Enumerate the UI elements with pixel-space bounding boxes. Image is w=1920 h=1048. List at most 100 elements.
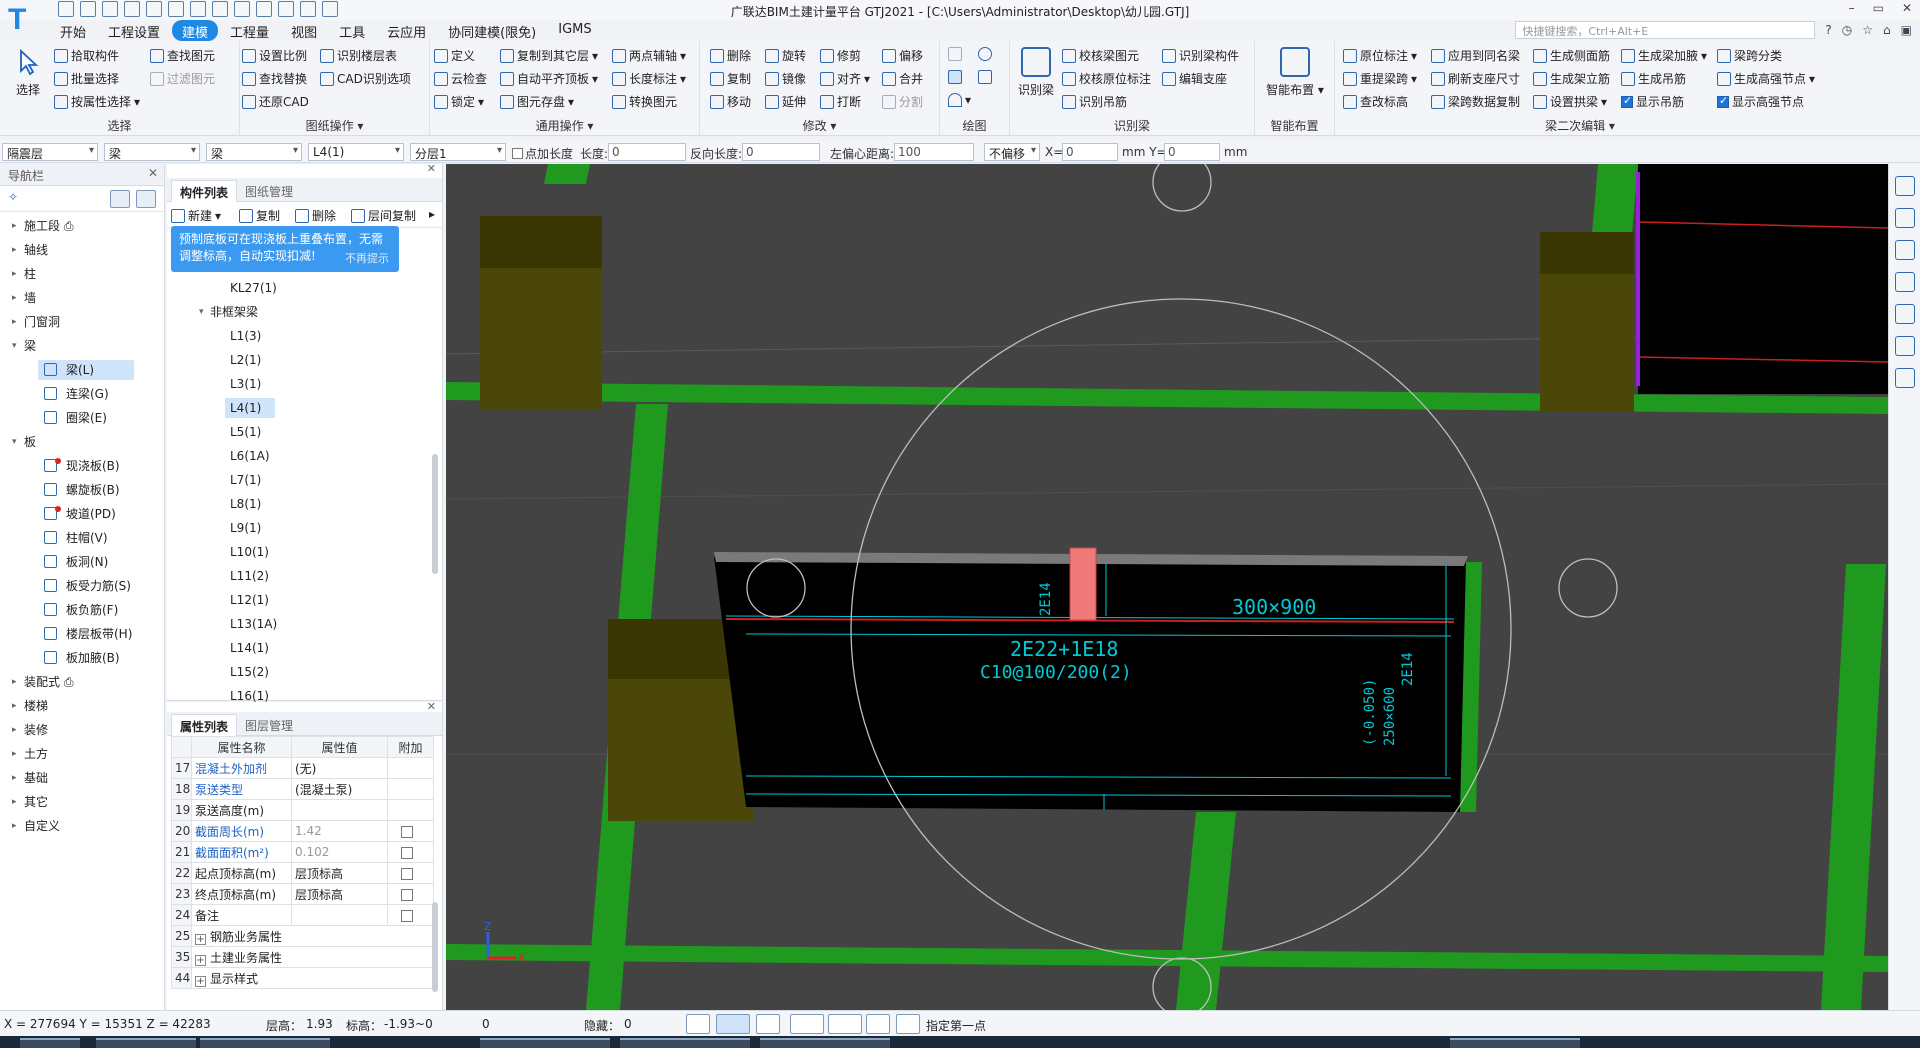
nav-subitem[interactable]: 板洞(N) [0, 550, 164, 574]
restore-cad-button[interactable]: 还原CAD [242, 93, 309, 110]
menu-tab[interactable]: 开始 [50, 20, 96, 41]
redo-icon[interactable] [190, 1, 206, 17]
attr-extra-checkbox[interactable] [401, 867, 413, 880]
print-icon[interactable] [124, 1, 140, 17]
component-item[interactable]: L12(1) [167, 588, 429, 612]
new-file-icon[interactable] [58, 1, 74, 17]
nav-subitem[interactable]: 板加腋(B) [0, 646, 164, 670]
component-item[interactable]: L10(1) [167, 540, 429, 564]
display-settings-icon[interactable] [1894, 336, 1915, 356]
attr-value[interactable]: (无) [291, 757, 388, 779]
gen-haunch-button[interactable]: 生成梁加腋 ▾ [1621, 47, 1707, 64]
nav-category[interactable]: ▾ 板 [0, 430, 164, 454]
expand-arrow-icon[interactable]: ▸ [12, 742, 17, 766]
component-item[interactable]: L15(2) [167, 660, 429, 684]
check-beam-element-button[interactable]: 校核梁图元 [1062, 47, 1139, 64]
component-item[interactable]: L2(1) [167, 348, 429, 372]
angle-toggle[interactable] [790, 1014, 824, 1034]
taskbar-item[interactable] [620, 1038, 750, 1048]
point-tool[interactable] [948, 47, 962, 61]
menu-tab[interactable]: 协同建模(限免) [438, 20, 546, 41]
attr-value[interactable]: 1.42 [291, 820, 388, 842]
attribute-row[interactable]: 44 + 显示样式 [171, 967, 434, 989]
tab-component-list[interactable]: 构件列表 [171, 180, 238, 202]
nav-subitem[interactable]: 楼层板带(H) [0, 622, 164, 646]
nav-category[interactable]: ▸ 装配式 ⎙ [0, 670, 164, 694]
grid-icon[interactable] [234, 1, 250, 17]
expand-plus-icon[interactable]: + [195, 975, 206, 987]
attribute-row[interactable]: 20 截面周长(m) 1.42 [171, 820, 434, 842]
nav-category[interactable]: ▸ 基础 [0, 766, 164, 790]
component-item[interactable]: L7(1) [167, 468, 429, 492]
ortho-toggle[interactable] [686, 1014, 710, 1034]
menu-tab[interactable]: 工程量 [220, 20, 279, 41]
gen-side-rebar-button[interactable]: 生成侧面筋 [1533, 47, 1610, 64]
menu-tab[interactable]: 视图 [281, 20, 327, 41]
report-icon[interactable] [278, 1, 294, 17]
gen-hanger-button[interactable]: 生成吊筋 [1621, 70, 1686, 87]
view-box-icon[interactable] [1894, 272, 1915, 292]
type-select[interactable]: 梁 [104, 143, 200, 161]
model-drawing[interactable]: 300×900 2E22+1E18 C10@100/200(2) 2E14 2E… [446, 164, 1888, 1010]
nav-subitem[interactable]: 圈梁(E) [0, 406, 164, 430]
settings-icon[interactable] [300, 1, 316, 17]
expand-arrow-icon[interactable]: ▸ [12, 262, 17, 286]
nav-category[interactable]: ▸ 柱 [0, 262, 164, 286]
view-2d-icon[interactable] [1894, 208, 1915, 228]
in-place-label-button[interactable]: 原位标注 ▾ [1343, 47, 1417, 64]
find-replace-button[interactable]: 查找替换 [242, 70, 307, 87]
undo-icon[interactable] [168, 1, 184, 17]
left-offset-input[interactable]: 100 [894, 143, 974, 161]
expand-arrow-icon[interactable]: ▸ [12, 310, 17, 334]
table-icon[interactable] [256, 1, 272, 17]
notes-icon[interactable] [1894, 368, 1915, 388]
delete-component-button[interactable]: 删除 [295, 207, 336, 224]
tab-layer-management[interactable]: 图层管理 [237, 714, 301, 736]
batch-select-button[interactable]: 批量选择 [54, 70, 119, 87]
gen-high-strength-node-button[interactable]: 生成高强节点 ▾ [1717, 70, 1815, 87]
tab-attribute-list[interactable]: 属性列表 [171, 714, 238, 736]
attribute-row[interactable]: 24 备注 [171, 904, 434, 926]
expand-arrow-icon[interactable]: ▸ [12, 814, 17, 838]
expand-plus-icon[interactable]: + [195, 954, 206, 966]
expand-arrow-icon[interactable]: ▸ [12, 670, 17, 694]
nav-subitem[interactable]: 柱帽(V) [0, 526, 164, 550]
component-item[interactable]: L4(1) [167, 396, 429, 420]
identify-hanger-button[interactable]: 识别吊筋 [1062, 93, 1127, 110]
attrs-scrollbar[interactable] [432, 902, 438, 992]
delete-button[interactable]: 删除 [710, 47, 751, 64]
more-tools-icon[interactable]: ▸ [429, 207, 435, 221]
cad-options-button[interactable]: CAD识别选项 [320, 70, 411, 87]
offset-mode-select[interactable]: 不偏移 [984, 143, 1040, 161]
attr-extra-checkbox[interactable] [401, 825, 413, 838]
apply-same-name-button[interactable]: 应用到同名梁 [1431, 47, 1520, 64]
collapse-arrow-icon[interactable]: ▾ [199, 300, 204, 324]
snap-toggle[interactable] [716, 1014, 750, 1034]
attr-value[interactable]: 层顶标高 [291, 883, 388, 905]
view-cube-icon[interactable] [1894, 240, 1915, 260]
attribute-row[interactable]: 22 起点顶标高(m) 层顶标高 [171, 862, 434, 884]
copy-to-layer-button[interactable]: 复制到其它层 ▾ [500, 47, 598, 64]
rect-tool[interactable] [978, 70, 992, 84]
pin-icon[interactable]: ✧ [8, 190, 18, 204]
cross-toggle[interactable] [756, 1014, 780, 1034]
open-folder-icon[interactable] [80, 1, 96, 17]
identify-floor-table-button[interactable]: 识别楼层表 [320, 47, 397, 64]
component-item[interactable]: L5(1) [167, 420, 429, 444]
layout-icon[interactable]: ▣ [1901, 23, 1912, 37]
complist-scrollbar[interactable] [432, 454, 438, 574]
star-icon[interactable]: ☆ [1862, 23, 1873, 37]
offset-button[interactable]: 偏移 [882, 47, 923, 64]
expand-arrow-icon[interactable]: ▸ [12, 286, 17, 310]
quick-search-input[interactable]: 快捷键搜索，Ctrl+Alt+E [1515, 21, 1816, 39]
reverse-length-input[interactable]: 0 [742, 143, 820, 161]
find-element-button[interactable]: 查找图元 [150, 47, 215, 64]
nav-subitem[interactable]: 梁(L) [0, 358, 164, 382]
nav-category[interactable]: ▸ 自定义 [0, 814, 164, 838]
attr-extra-checkbox[interactable] [401, 909, 413, 922]
identify-beam-button[interactable]: 识别梁 [1014, 47, 1058, 98]
component-item[interactable]: L3(1) [167, 372, 429, 396]
cloud-check-button[interactable]: 云检查 [434, 70, 487, 87]
nav-subitem[interactable]: 现浇板(B) [0, 454, 164, 478]
attribute-row[interactable]: 23 终点顶标高(m) 层顶标高 [171, 883, 434, 905]
